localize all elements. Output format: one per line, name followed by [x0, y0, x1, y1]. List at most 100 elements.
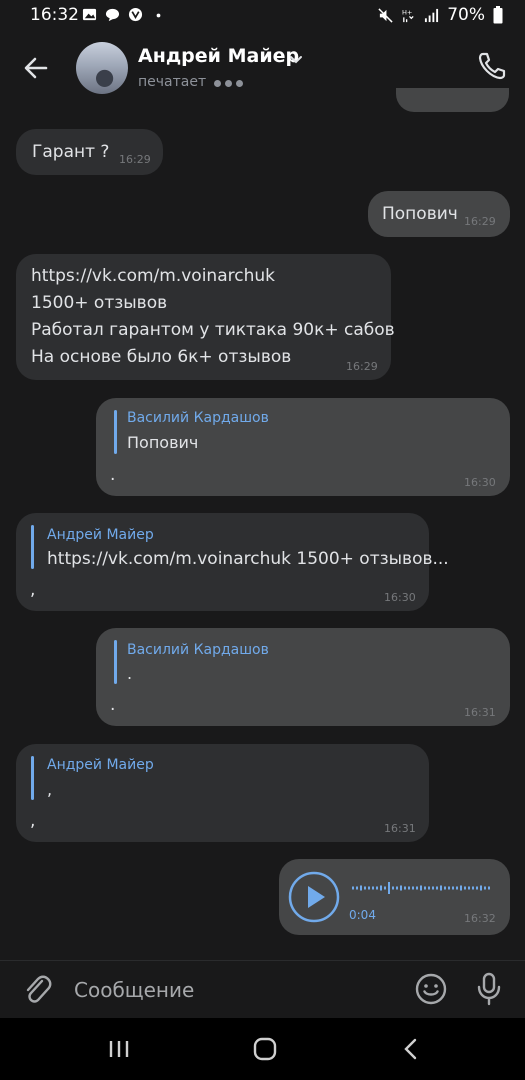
- message-bubble-outgoing[interactable]: Василий Кардашов Попович . 16:30: [96, 398, 510, 496]
- voice-duration: 0:04: [349, 908, 376, 922]
- reply-text[interactable]: ,: [47, 780, 52, 799]
- reply-author[interactable]: Андрей Майер: [47, 527, 154, 543]
- play-icon[interactable]: [288, 871, 340, 923]
- waveform-bar: [380, 885, 382, 891]
- back-arrow-icon[interactable]: [20, 52, 52, 84]
- signal-icon: [425, 8, 439, 22]
- more-notifications-icon: [156, 13, 161, 18]
- waveform-bar: [412, 886, 414, 890]
- network-icon: H+: [402, 8, 414, 22]
- typing-status: печатает: [138, 74, 207, 90]
- message-text-line: Работал гарантом у тиктака 90к+ сабов: [31, 320, 395, 340]
- reply-text[interactable]: .: [127, 664, 132, 683]
- waveform-bar: [400, 885, 402, 891]
- message-text-line: На основе было 6к+ отзывов: [31, 347, 292, 367]
- message-bubble-incoming[interactable]: Андрей Майер , , 16:31: [16, 744, 429, 842]
- reply-bar: [31, 756, 34, 800]
- message-text: ,: [30, 811, 36, 831]
- message-time: 16:32: [464, 912, 496, 925]
- status-bar: 16:32 H+ 70%: [0, 0, 525, 32]
- waveform-bar: [420, 885, 422, 891]
- waveform-bar: [364, 886, 366, 890]
- waveform-bar: [456, 886, 458, 890]
- contact-avatar[interactable]: [76, 42, 128, 94]
- voice-waveform[interactable]: [351, 880, 491, 896]
- status-time: 16:32: [30, 5, 79, 25]
- waveform-bar: [476, 886, 478, 890]
- reply-text[interactable]: https://vk.com/m.voinarchuk 1500+ отзыво…: [47, 549, 449, 569]
- waveform-bar: [436, 886, 438, 890]
- message-time: 16:31: [384, 822, 416, 835]
- waveform-bar: [472, 886, 474, 890]
- message-time: 16:31: [464, 706, 496, 719]
- waveform-bar: [480, 885, 482, 891]
- gallery-notification-icon: [82, 8, 97, 21]
- message-time: 16:29: [119, 153, 151, 166]
- phone-call-icon[interactable]: [476, 50, 508, 82]
- message-text: Попович: [382, 204, 458, 224]
- reply-bar: [114, 410, 117, 454]
- waveform-bar: [384, 886, 386, 890]
- message-input-bar: Сообщение: [0, 960, 525, 1018]
- waveform-bar: [432, 886, 434, 890]
- system-navigation-bar: [0, 1018, 525, 1080]
- message-bubble-incoming[interactable]: Гарант ? 16:29: [16, 129, 163, 175]
- waveform-bar: [440, 885, 442, 891]
- recent-apps-icon[interactable]: [106, 1036, 132, 1062]
- message-time: 16:29: [346, 360, 378, 373]
- battery-percent: 70%: [447, 5, 485, 25]
- reply-author[interactable]: Василий Кардашов: [127, 410, 269, 426]
- waveform-bar: [428, 886, 430, 890]
- waveform-bar: [488, 886, 490, 890]
- message-bubble-incoming[interactable]: https://vk.com/m.voinarchuk 1500+ отзыво…: [16, 254, 395, 380]
- waveform-bar: [464, 886, 466, 890]
- vk-notification-icon: [128, 7, 143, 22]
- message-time: 16:30: [464, 476, 496, 489]
- reply-author[interactable]: Андрей Майер: [47, 757, 154, 773]
- waveform-bar: [360, 885, 362, 891]
- mute-icon: [378, 7, 393, 23]
- waveform-bar: [388, 882, 390, 894]
- waveform-bar: [352, 886, 354, 890]
- contact-name[interactable]: Андрей Майер: [138, 45, 299, 67]
- waveform-bar: [444, 886, 446, 890]
- voice-message-bubble[interactable]: 0:04 16:32: [279, 859, 510, 935]
- message-text: .: [110, 695, 116, 715]
- attach-paperclip-icon[interactable]: [22, 973, 52, 1005]
- svg-text:H+: H+: [402, 8, 412, 16]
- waveform-bar: [416, 886, 418, 890]
- reply-bar: [31, 525, 34, 569]
- waveform-bar: [408, 886, 410, 890]
- message-text: ,: [30, 580, 36, 600]
- waveform-bar: [484, 886, 486, 890]
- emoji-smile-icon[interactable]: [414, 972, 448, 1006]
- message-bubble-incoming[interactable]: Андрей Майер https://vk.com/m.voinarchuk…: [16, 513, 449, 611]
- message-bubble-partial[interactable]: [396, 88, 509, 112]
- chevron-down-icon[interactable]: [289, 53, 303, 67]
- message-bubble-outgoing[interactable]: Василий Кардашов . . 16:31: [96, 628, 510, 726]
- message-time: 16:29: [464, 215, 496, 228]
- waveform-bar: [368, 886, 370, 890]
- message-time: 16:30: [384, 591, 416, 604]
- waveform-bar: [396, 886, 398, 890]
- waveform-bar: [392, 886, 394, 890]
- message-input[interactable]: Сообщение: [74, 978, 194, 1002]
- waveform-bar: [376, 886, 378, 890]
- waveform-bar: [356, 886, 358, 890]
- home-icon[interactable]: [252, 1036, 278, 1062]
- microphone-icon[interactable]: [474, 971, 504, 1007]
- waveform-bar: [468, 886, 470, 890]
- chat-notification-icon: [105, 8, 120, 22]
- back-nav-icon[interactable]: [398, 1036, 424, 1062]
- reply-bar: [114, 640, 117, 684]
- message-bubble-outgoing[interactable]: Попович 16:29: [368, 191, 510, 237]
- reply-text[interactable]: Попович: [127, 433, 198, 452]
- reply-author[interactable]: Василий Кардашов: [127, 642, 269, 658]
- waveform-bar: [372, 886, 374, 890]
- waveform-bar: [460, 885, 462, 891]
- message-text-line: 1500+ отзывов: [31, 293, 168, 313]
- waveform-bar: [404, 886, 406, 890]
- waveform-bar: [452, 886, 454, 890]
- message-link[interactable]: https://vk.com/m.voinarchuk: [31, 266, 275, 286]
- message-text: .: [110, 465, 116, 485]
